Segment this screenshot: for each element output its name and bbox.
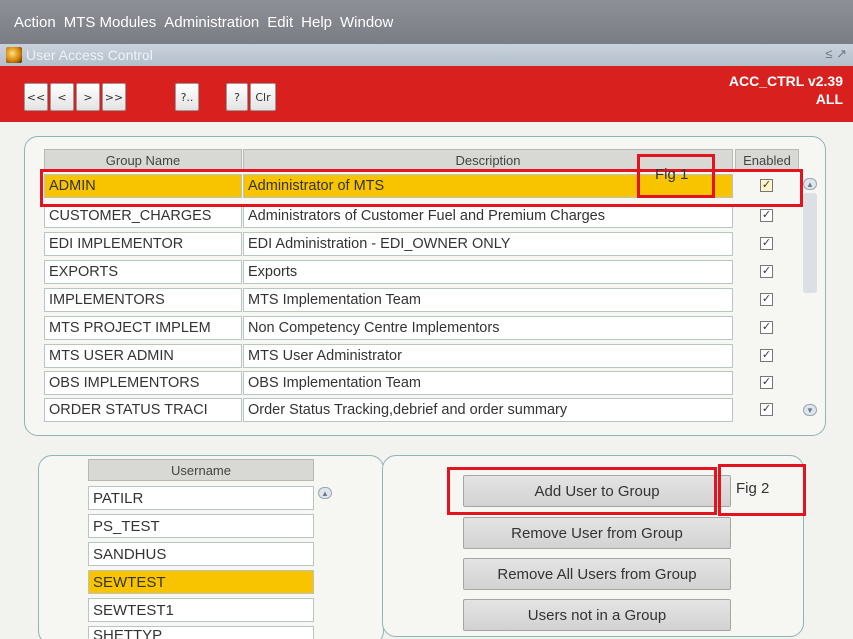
group-name-cell[interactable]: IMPLEMENTORS — [44, 288, 242, 312]
user-list-item[interactable]: PATILR — [88, 486, 314, 510]
group-name-cell[interactable]: EXPORTS — [44, 260, 242, 284]
user-list-item[interactable]: SEWTEST1 — [88, 598, 314, 622]
annotation-label-fig1: Fig 1 — [655, 166, 689, 183]
description-cell[interactable]: Administrators of Customer Fuel and Prem… — [243, 204, 733, 228]
group-name-cell[interactable]: MTS USER ADMIN — [44, 344, 242, 368]
description-cell[interactable]: EDI Administration - EDI_OWNER ONLY — [243, 232, 733, 256]
remove-all-users-button[interactable]: Remove All Users from Group — [463, 558, 731, 590]
group-name-cell[interactable]: OBS IMPLEMENTORS — [44, 371, 242, 395]
description-cell[interactable]: Non Competency Centre Implementors — [243, 316, 733, 340]
group-name-cell[interactable]: EDI IMPLEMENTOR — [44, 232, 242, 256]
app-icon — [6, 47, 22, 63]
enabled-checkbox[interactable]: ✓ — [760, 265, 773, 278]
annotation-box-add-user — [447, 467, 717, 515]
user-list-item[interactable]: PS_TEST — [88, 514, 314, 538]
enabled-checkbox[interactable]: ✓ — [760, 349, 773, 362]
next-record-button[interactable]: > — [76, 83, 100, 111]
enabled-checkbox[interactable]: ✓ — [760, 293, 773, 306]
group-name-cell[interactable]: MTS PROJECT IMPLEM — [44, 316, 242, 340]
form-scope: ALL — [815, 91, 843, 107]
scroll-up-button[interactable]: ▲ — [803, 178, 817, 190]
scroll-down-button[interactable]: ▼ — [803, 404, 817, 416]
menu-bar: Action MTS Modules Administration Edit H… — [0, 0, 853, 44]
description-cell[interactable]: MTS User Administrator — [243, 344, 733, 368]
query-list-button[interactable]: ?.. — [175, 83, 199, 111]
description-cell[interactable]: MTS Implementation Team — [243, 288, 733, 312]
scrollbar-thumb[interactable] — [803, 193, 817, 293]
user-list-item[interactable]: SHETTYP — [88, 626, 314, 639]
menu-help[interactable]: Help — [301, 14, 332, 31]
toolbar: << < > >> ?.. ? Clr ACC_CTRL v2.39 ALL — [0, 66, 853, 122]
window-controls[interactable]: ≤ ↗ — [825, 46, 847, 62]
enabled-checkbox[interactable]: ✓ — [760, 321, 773, 334]
previous-record-button[interactable]: < — [50, 83, 74, 111]
query-button[interactable]: ? — [226, 83, 248, 111]
group-name-cell[interactable]: CUSTOMER_CHARGES — [44, 204, 242, 228]
group-name-header: Group Name — [44, 149, 242, 171]
user-scroll-up-button[interactable]: ▲ — [318, 487, 332, 499]
enabled-checkbox[interactable]: ✓ — [760, 403, 773, 416]
username-header: Username — [88, 459, 314, 481]
menu-window[interactable]: Window — [340, 14, 393, 31]
enabled-checkbox[interactable]: ✓ — [760, 376, 773, 389]
clear-button[interactable]: Clr — [250, 83, 276, 111]
form-id: ACC_CTRL v2.39 — [728, 73, 843, 89]
menu-administration[interactable]: Administration — [164, 14, 259, 31]
last-record-button[interactable]: >> — [102, 83, 126, 111]
description-cell[interactable]: OBS Implementation Team — [243, 371, 733, 395]
remove-user-from-group-button[interactable]: Remove User from Group — [463, 517, 731, 549]
annotation-label-fig2: Fig 2 — [736, 480, 770, 497]
first-record-button[interactable]: << — [24, 83, 48, 111]
enabled-checkbox[interactable]: ✓ — [760, 209, 773, 222]
form-identifier: ACC_CTRL v2.39 ALL — [729, 72, 843, 108]
enabled-checkbox[interactable]: ✓ — [760, 237, 773, 250]
users-not-in-group-button[interactable]: Users not in a Group — [463, 599, 731, 631]
enabled-header: Enabled — [735, 149, 799, 171]
description-cell[interactable]: Order Status Tracking,debrief and order … — [243, 398, 733, 422]
menu-action[interactable]: Action — [14, 14, 56, 31]
user-list-item[interactable]: SEWTEST — [88, 570, 314, 594]
group-name-cell[interactable]: ORDER STATUS TRACI — [44, 398, 242, 422]
menu-mts-modules[interactable]: MTS Modules — [64, 14, 157, 31]
description-cell[interactable]: Exports — [243, 260, 733, 284]
menu-edit[interactable]: Edit — [267, 14, 293, 31]
window-title: User Access Control — [26, 47, 153, 63]
window-title-bar: User Access Control ≤ ↗ — [0, 44, 853, 66]
user-list-item[interactable]: SANDHUS — [88, 542, 314, 566]
